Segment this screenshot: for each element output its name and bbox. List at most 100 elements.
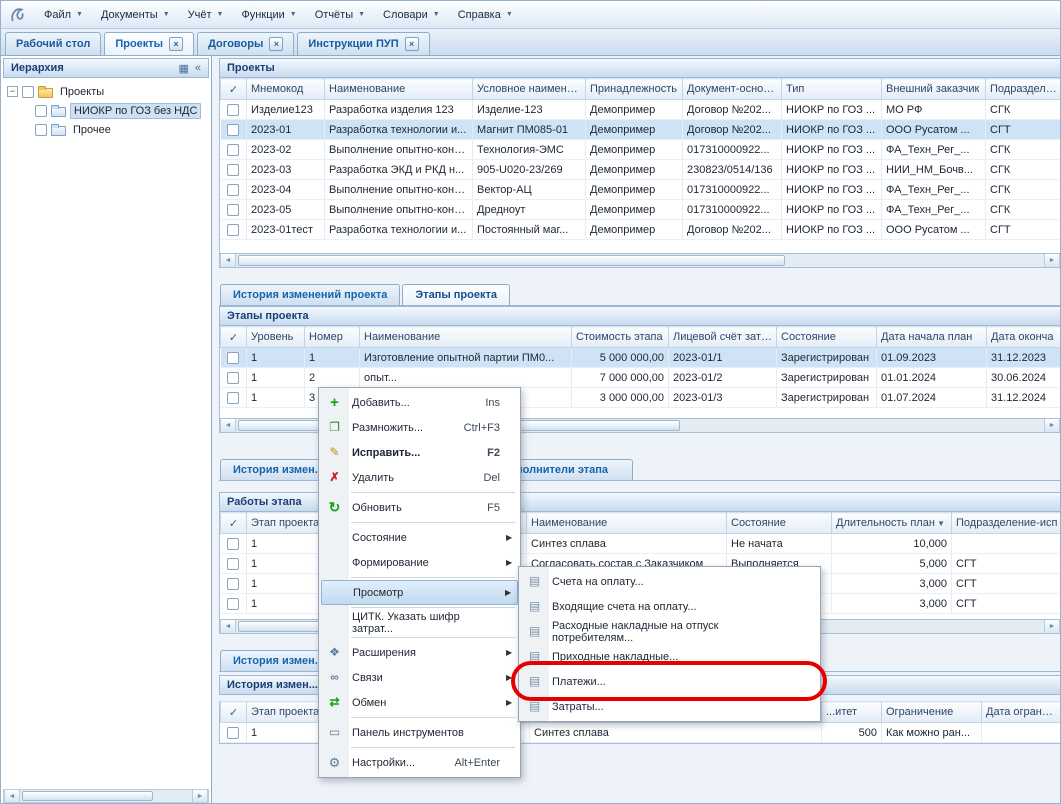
quick-filter-icon[interactable]: ▦ <box>178 62 188 75</box>
cell[interactable]: СГТ <box>952 574 1061 594</box>
column-header-7[interactable]: Дата оконча <box>987 327 1061 348</box>
column-header-2[interactable]: Наименование <box>360 327 572 348</box>
row-checkbox[interactable] <box>227 144 239 156</box>
cell[interactable]: Договор №202... <box>683 100 782 120</box>
cell[interactable]: Магнит ПМ085-01 <box>473 120 586 140</box>
cell[interactable]: 31.12.2024 <box>987 388 1061 408</box>
scroll-left-icon[interactable]: ◄ <box>4 790 20 802</box>
cell[interactable]: Договор №202... <box>683 220 782 240</box>
close-icon[interactable]: × <box>169 37 183 51</box>
subtab-0[interactable]: История изменений проекта <box>220 284 400 305</box>
column-header-7[interactable]: Подразделени <box>986 79 1061 100</box>
cell[interactable]: Выполнение опытно-конс... <box>325 180 473 200</box>
cell[interactable]: 31.12.2023 <box>987 348 1061 368</box>
cell[interactable]: ООО Русатом ... <box>882 120 986 140</box>
cell[interactable]: Выполнение опытно-конс... <box>325 200 473 220</box>
cell[interactable]: НИОКР по ГОЗ ... <box>782 100 882 120</box>
cell[interactable]: НИОКР по ГОЗ ... <box>782 120 882 140</box>
table-row[interactable]: 2023-02Выполнение опытно-конс...Технолог… <box>221 140 1061 160</box>
cell[interactable]: 017310000922... <box>683 180 782 200</box>
cell[interactable]: СГК <box>986 200 1061 220</box>
column-header-3[interactable]: ...итет <box>822 702 882 723</box>
scroll-left-icon[interactable]: ◄ <box>220 620 236 633</box>
cell[interactable]: Зарегистрирован <box>777 388 877 408</box>
column-header-4[interactable]: Лицевой счёт затрат <box>669 327 777 348</box>
row-checkbox[interactable] <box>227 598 239 610</box>
row-checkbox[interactable] <box>227 204 239 216</box>
column-header-3[interactable]: Состояние <box>727 513 832 534</box>
context-menu-item-18[interactable]: Панель инструментов <box>321 720 518 745</box>
cell[interactable]: Выполнение опытно-конс... <box>325 140 473 160</box>
select-all-header[interactable]: ✓ <box>221 327 247 348</box>
cell[interactable]: опыт... <box>360 368 572 388</box>
cell[interactable]: МО РФ <box>882 100 986 120</box>
cell[interactable]: Разработка ЭКД и РКД н... <box>325 160 473 180</box>
cell[interactable]: СГТ <box>952 554 1061 574</box>
cell[interactable]: Демопример <box>586 200 683 220</box>
column-header-2[interactable]: Условное наименова <box>473 79 586 100</box>
cell[interactable]: СГТ <box>986 220 1061 240</box>
scroll-right-icon[interactable]: ► <box>1044 620 1060 633</box>
context-menu-item-1[interactable]: Размножить...Ctrl+F3 <box>321 415 518 440</box>
cell[interactable]: Разработка изделия 123 <box>325 100 473 120</box>
cell[interactable]: 2023-01 <box>247 120 325 140</box>
row-checkbox[interactable] <box>227 124 239 136</box>
cell[interactable]: Договор №202... <box>683 120 782 140</box>
cell[interactable]: 01.09.2023 <box>877 348 987 368</box>
context-menu-item-3[interactable]: УдалитьDel <box>321 465 518 490</box>
cell[interactable]: Разработка технологии и... <box>325 220 473 240</box>
submenu-item-4[interactable]: Платежи... <box>521 669 818 694</box>
cell[interactable]: Синтез сплава <box>530 723 822 743</box>
column-header-1[interactable]: Наименование <box>325 79 473 100</box>
cell[interactable]: Вектор-АЦ <box>473 180 586 200</box>
cell[interactable]: Демопример <box>586 220 683 240</box>
menubar-item-6[interactable]: Справка▼ <box>449 5 522 25</box>
cell[interactable]: СГК <box>986 140 1061 160</box>
context-menu-item-15[interactable]: Связи▶ <box>321 665 518 690</box>
context-menu-item-14[interactable]: Расширения▶ <box>321 640 518 665</box>
row-checkbox[interactable] <box>227 104 239 116</box>
context-menu-item-10[interactable]: Просмотр▶ <box>321 580 518 605</box>
row-checkbox[interactable] <box>227 352 239 364</box>
select-all-header[interactable]: ✓ <box>221 513 247 534</box>
cell[interactable]: 1 <box>305 348 360 368</box>
scroll-right-icon[interactable]: ► <box>1044 419 1060 432</box>
row-checkbox[interactable] <box>227 224 239 236</box>
cell[interactable]: СГК <box>986 180 1061 200</box>
cell[interactable]: 1 <box>247 348 305 368</box>
tree-node-label[interactable]: Проекты <box>57 85 107 99</box>
column-header-5[interactable]: Тип <box>782 79 882 100</box>
scroll-track[interactable] <box>238 255 1042 266</box>
column-header-6[interactable]: Внешний заказчик <box>882 79 986 100</box>
cell[interactable]: 2023-01/1 <box>669 348 777 368</box>
cell[interactable] <box>952 534 1061 554</box>
column-header-4[interactable]: Ограничение <box>882 702 982 723</box>
context-menu-item-16[interactable]: Обмен▶ <box>321 690 518 715</box>
cell[interactable]: Постоянный маг... <box>473 220 586 240</box>
cell[interactable]: Не начата <box>727 534 832 554</box>
menubar-item-2[interactable]: Учёт▼ <box>179 5 233 25</box>
row-checkbox[interactable] <box>227 578 239 590</box>
table-row[interactable]: 2023-01тестРазработка технологии и...Пос… <box>221 220 1061 240</box>
cell[interactable]: 2023-04 <box>247 180 325 200</box>
cell[interactable]: 3 000 000,00 <box>572 388 669 408</box>
context-menu-item-12[interactable]: ЦИТК. Указать шифр затрат... <box>321 610 518 635</box>
cell[interactable]: Разработка технологии и... <box>325 120 473 140</box>
cell[interactable]: 230823/0514/136 <box>683 160 782 180</box>
tree-node-2[interactable]: Прочее <box>3 120 209 139</box>
submenu-item-3[interactable]: Приходные накладные... <box>521 644 818 669</box>
node-checkbox[interactable] <box>35 105 47 117</box>
column-header-5[interactable]: Подразделение-исп <box>952 513 1061 534</box>
row-checkbox[interactable] <box>227 372 239 384</box>
table-row[interactable]: Изделие123Разработка изделия 123Изделие-… <box>221 100 1061 120</box>
close-icon[interactable]: × <box>405 37 419 51</box>
row-checkbox[interactable] <box>227 727 239 739</box>
cell[interactable]: Демопример <box>586 160 683 180</box>
column-header-6[interactable]: Дата начала план <box>877 327 987 348</box>
row-checkbox[interactable] <box>227 392 239 404</box>
cell[interactable]: Демопример <box>586 140 683 160</box>
row-checkbox[interactable] <box>227 164 239 176</box>
column-header-0[interactable]: Уровень <box>247 327 305 348</box>
sidebar-hscrollbar[interactable]: ◄ ► <box>3 789 209 803</box>
cell[interactable]: 500 <box>822 723 882 743</box>
